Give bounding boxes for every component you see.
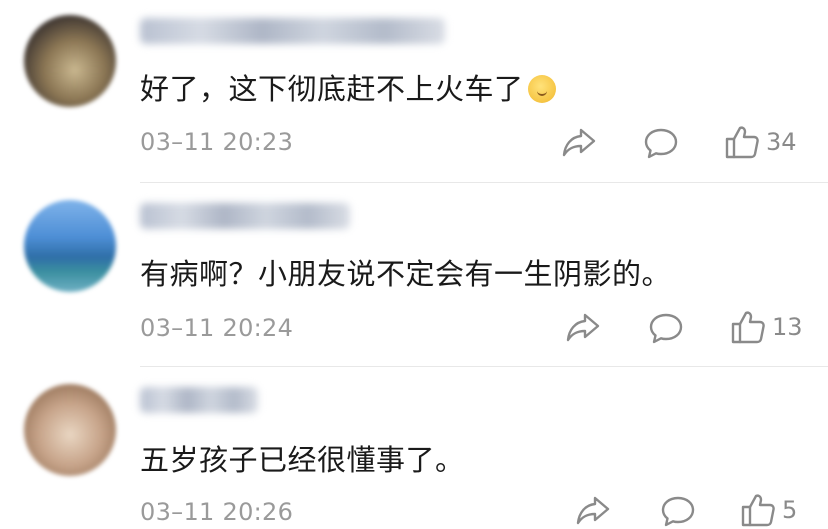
comment-item: 好了，这下彻底赶不上火车了 03–11 20:23 34 [0,0,828,182]
username-blurred[interactable] [140,387,258,413]
share-icon [576,496,610,525]
comment-text: 好了，这下彻底赶不上火车了 [140,66,556,108]
comment-text-content: 好了，这下彻底赶不上火车了 [140,72,524,106]
like-button[interactable]: 34 [724,124,797,160]
comment-button[interactable] [643,127,679,161]
comment-text: 有病啊？小朋友说不定会有一生阴影的。 [140,251,671,293]
username-blurred[interactable] [140,18,445,44]
comment-text-content: 五岁孩子已经很懂事了。 [140,443,465,477]
comment-item: 五岁孩子已经很懂事了。 03–11 20:26 5 [0,367,828,527]
comment-text: 五岁孩子已经很懂事了。 [140,437,465,479]
comment-timestamp: 03–11 20:24 [140,314,294,342]
like-count: 13 [772,313,803,341]
thumbs-up-icon [731,311,765,344]
comment-text-content: 有病啊？小朋友说不定会有一生阴影的。 [140,257,672,291]
comment-timestamp: 03–11 20:23 [140,128,294,156]
share-icon [566,313,600,342]
share-button[interactable] [561,125,597,159]
like-count: 5 [782,496,798,524]
share-icon [562,128,596,157]
like-count: 34 [766,128,797,156]
username-blurred[interactable] [140,203,350,229]
comment-icon [661,496,695,527]
share-button[interactable] [575,493,611,527]
share-button[interactable] [565,310,601,344]
avatar[interactable] [24,15,116,107]
comment-item: 有病啊？小朋友说不定会有一生阴影的。 03–11 20:24 13 [0,183,828,366]
comment-button[interactable] [660,495,696,529]
shushing-face-icon [527,75,556,103]
thumbs-up-icon [741,494,775,527]
thumbs-up-icon [725,126,759,159]
avatar[interactable] [24,200,116,292]
like-button[interactable]: 5 [740,492,797,528]
comment-icon [644,128,678,159]
avatar[interactable] [24,384,116,476]
like-button[interactable]: 13 [730,309,803,345]
comment-timestamp: 03–11 20:26 [140,498,294,526]
comment-button[interactable] [648,312,684,346]
comment-icon [649,313,683,344]
